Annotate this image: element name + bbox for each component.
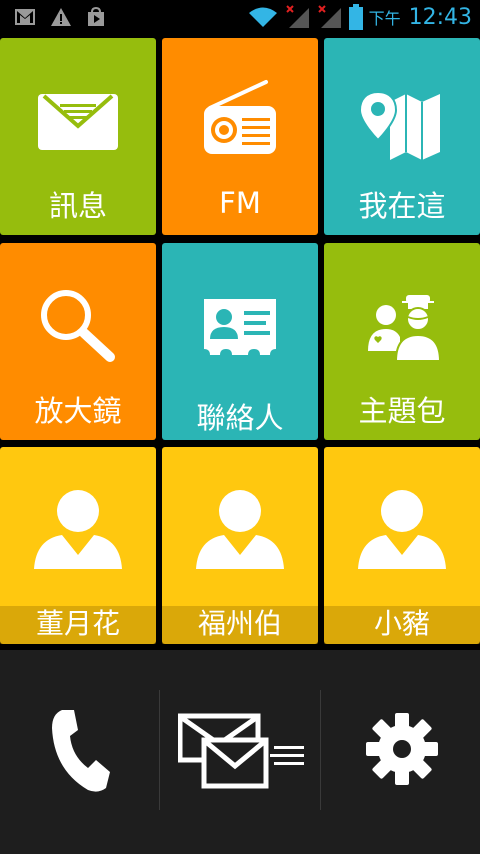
- radio-icon: [204, 80, 276, 154]
- contact-name: 董月花: [35, 607, 120, 640]
- wifi-icon: [248, 7, 277, 27]
- tile-label: 主題包: [358, 394, 446, 428]
- theme-people-icon: [368, 295, 442, 362]
- phone-button[interactable]: [0, 650, 158, 854]
- battery-icon: [348, 4, 363, 30]
- signal-icon: [285, 5, 309, 28]
- time-ampm: 下午: [368, 9, 401, 28]
- tile-label: 我在這: [358, 189, 446, 223]
- messages-button[interactable]: [160, 650, 318, 854]
- clock: 12:43: [408, 4, 472, 30]
- person-icon: [196, 490, 284, 569]
- contact-tile[interactable]: 福州伯: [162, 447, 318, 644]
- contact-name: 小豬: [373, 607, 430, 640]
- bottom-dock: [0, 650, 480, 854]
- settings-gear-icon: [366, 713, 438, 785]
- signal-icon: [317, 5, 341, 28]
- person-icon: [358, 490, 446, 569]
- tile-label: 訊息: [48, 189, 107, 223]
- settings-button[interactable]: [321, 650, 479, 854]
- magnifier-icon: [41, 290, 115, 362]
- envelope-icon: [38, 94, 118, 150]
- messages-icon: [178, 713, 304, 789]
- tile-magnifier[interactable]: 放大鏡: [0, 243, 156, 440]
- phone-icon: [52, 710, 110, 792]
- tile-location[interactable]: 我在這: [324, 38, 480, 235]
- person-icon: [34, 490, 122, 569]
- contact-card-icon: [204, 299, 276, 355]
- contact-tile[interactable]: 小豬: [324, 447, 480, 644]
- tile-label: FM: [219, 186, 261, 220]
- gmail-icon: [15, 9, 35, 25]
- play-store-icon: [88, 7, 104, 26]
- warning-icon: [51, 8, 71, 26]
- tile-themes[interactable]: 主題包: [324, 243, 480, 440]
- status-bar: 下午 12:43: [0, 0, 480, 36]
- tile-messages[interactable]: 訊息: [0, 38, 156, 235]
- contact-name: 福州伯: [197, 607, 282, 640]
- map-pin-icon: [360, 90, 440, 160]
- tile-label: 放大鏡: [34, 394, 122, 428]
- contact-tile[interactable]: 董月花: [0, 447, 156, 644]
- tile-fm-radio[interactable]: FM: [162, 38, 318, 235]
- tile-contacts[interactable]: 聯絡人: [162, 243, 318, 440]
- tile-label: 聯絡人: [196, 401, 284, 435]
